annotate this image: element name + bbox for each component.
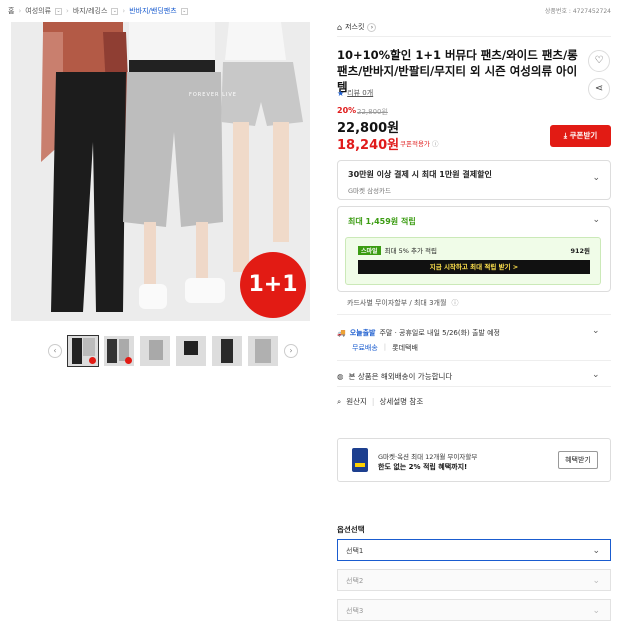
delivery-text: 주말 · 공휴일로 내일 5/26(화) 출발 예정 bbox=[379, 329, 500, 337]
review-count: 리뷰 0개 bbox=[347, 89, 374, 97]
breadcrumb-item-pants[interactable]: 바지/레깅스 bbox=[73, 6, 108, 16]
thumbnail-strip: ‹ › bbox=[48, 335, 298, 367]
chevron-down-icon: ⌄ bbox=[592, 173, 600, 183]
info-icon[interactable]: ⓘ bbox=[451, 298, 458, 308]
heart-icon[interactable]: ♡ bbox=[588, 50, 610, 72]
installment-info: 카드사별 무이자할부 / 최대 3개월 ⓘ bbox=[347, 298, 459, 308]
thumbnail-2[interactable] bbox=[104, 336, 134, 366]
card-discount-sub: G마켓 삼성카드 bbox=[348, 187, 391, 195]
thumbnail-prev-button[interactable]: ‹ bbox=[48, 344, 62, 358]
ad-line-2: 한도 없는 2% 적립 혜택까지! bbox=[378, 463, 468, 471]
product-title: 10+10%할인 1+1 버뮤다 팬츠/와이드 팬츠/롱팬츠/반바지/반팔티/무… bbox=[337, 48, 578, 94]
courier: 롯데택배 bbox=[392, 344, 418, 352]
card-discount-box[interactable]: 30만원 이상 결제 시 최대 1만원 결제할인 G마켓 삼성카드 ⌄ bbox=[337, 160, 611, 200]
thumbnail-1[interactable] bbox=[67, 335, 99, 367]
original-price: 22,800원 bbox=[357, 108, 388, 116]
promo-amount: 912원 bbox=[570, 247, 590, 255]
coupon-price-tag: 쿠폰적용가 ⓘ bbox=[400, 140, 439, 148]
overseas-row[interactable]: ◍ 본 상품은 해외배송이 가능합니다 bbox=[337, 371, 452, 382]
separator-icon: › bbox=[18, 7, 22, 15]
origin-row: ⌕ 원산지 | 상세설명 참조 bbox=[337, 396, 424, 407]
today-ship-badge: 오늘출발 bbox=[349, 329, 376, 337]
option-select-1[interactable]: 선택1 ⌄ bbox=[337, 539, 611, 561]
benefit-button[interactable]: 혜택받기 bbox=[558, 451, 598, 469]
option-header: 옵션선택 bbox=[337, 525, 365, 534]
truck-icon: 🚚 bbox=[337, 329, 346, 337]
share-icon[interactable]: ⋖ bbox=[588, 78, 610, 100]
rating[interactable]: ★ 리뷰 0개 bbox=[337, 88, 373, 98]
home-icon: ⌂ bbox=[337, 22, 343, 32]
free-shipping: 무료배송 bbox=[352, 344, 378, 352]
card-icon bbox=[352, 448, 368, 472]
chevron-down-icon[interactable]: ⌄ bbox=[592, 326, 609, 336]
card-discount-title: 30만원 이상 결제 시 최대 1만원 결제할인 bbox=[348, 170, 492, 179]
thumbnail-6[interactable] bbox=[248, 336, 278, 366]
one-plus-one-badge: 1+1 bbox=[240, 252, 306, 318]
chevron-down-icon[interactable]: ⌄ bbox=[592, 370, 609, 380]
star-icon: ★ bbox=[337, 88, 345, 98]
coupon-button[interactable]: ⤓ 쿠폰받기 bbox=[550, 125, 611, 147]
thumbnail-next-button[interactable]: › bbox=[284, 344, 298, 358]
delivery-info: 🚚 오늘출발 주말 · 공휴일로 내일 5/26(화) 출발 예정 bbox=[337, 328, 500, 338]
product-code: 상품번호 : 4727452724 bbox=[544, 8, 611, 15]
coupon-price: 18,240원 bbox=[337, 138, 400, 153]
thumbnail-3[interactable] bbox=[140, 336, 170, 366]
waistband-text: FOREVER LIVE bbox=[189, 92, 237, 98]
globe-icon: ◍ bbox=[337, 372, 344, 381]
breadcrumb-item-women[interactable]: 여성의류 bbox=[25, 6, 51, 16]
chevron-down-icon: ⌄ bbox=[592, 576, 600, 586]
smile-club-promo: 스마일 최대 5% 추가 적립 912원 지금 시작하고 최대 적립 받기 > bbox=[345, 237, 601, 285]
thumbnail-4[interactable] bbox=[176, 336, 206, 366]
separator-icon: › bbox=[122, 7, 126, 15]
seller-link[interactable]: ⌂ 저스킷 › bbox=[337, 22, 377, 32]
breadcrumb: 홈 › 여성의류 ⌄ › 바지/레깅스 ⌄ › 반바지/밴딩팬츠 ⌄ bbox=[8, 6, 188, 16]
chevron-right-icon: › bbox=[367, 22, 377, 32]
seller-name: 저스킷 bbox=[345, 23, 365, 31]
option-select-2[interactable]: 선택2 ⌄ bbox=[337, 569, 611, 591]
dropdown-icon[interactable]: ⌄ bbox=[180, 7, 188, 15]
promo-start-button[interactable]: 지금 시작하고 최대 적립 받기 > bbox=[358, 260, 590, 274]
breadcrumb-home[interactable]: 홈 bbox=[8, 6, 14, 16]
chevron-down-icon: ⌄ bbox=[592, 606, 600, 616]
dropdown-icon[interactable]: ⌄ bbox=[111, 7, 119, 15]
promo-text: 최대 5% 추가 적립 bbox=[384, 247, 437, 255]
option-select-3[interactable]: 선택3 ⌄ bbox=[337, 599, 611, 621]
shipping-row: 무료배송 | 롯데택배 bbox=[352, 343, 418, 352]
smile-badge: 스마일 bbox=[358, 245, 381, 255]
breadcrumb-item-shorts[interactable]: 반바지/밴딩팬츠 bbox=[129, 6, 176, 16]
discount-rate: 20% bbox=[337, 106, 357, 115]
product-main-image: FOREVER LIVE 1+1 bbox=[11, 22, 310, 321]
card-ad-banner[interactable]: G마켓·옥션 최대 12개월 무이자할부 한도 없는 2% 적립 혜택까지! 혜… bbox=[337, 438, 611, 482]
dropdown-icon[interactable]: ⌄ bbox=[55, 7, 63, 15]
ad-line-1: G마켓·옥션 최대 12개월 무이자할부 bbox=[378, 453, 478, 461]
separator-icon: › bbox=[66, 7, 69, 15]
chevron-down-icon: ⌄ bbox=[592, 546, 600, 556]
search-icon: ⌕ bbox=[337, 396, 342, 406]
chevron-down-icon: ⌄ bbox=[592, 215, 600, 225]
info-icon[interactable]: ⓘ bbox=[432, 140, 439, 148]
thumbnail-5[interactable] bbox=[212, 336, 242, 366]
points-title: 최대 1,459원 적립 bbox=[348, 217, 416, 226]
